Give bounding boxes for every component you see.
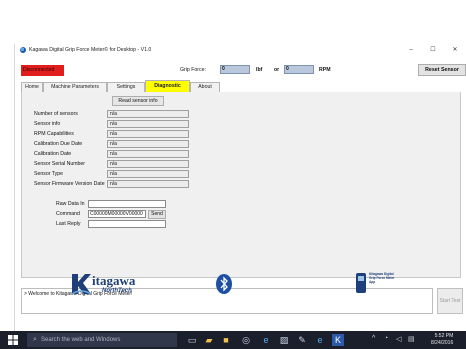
field-value-sensor-firmware-version-date: n/a	[107, 180, 189, 188]
field-value-calibration-due-date: n/a	[107, 140, 189, 148]
rpm-unit-label: RPM	[319, 67, 331, 73]
field-label-calibration-due-date: Calibration Due Date	[34, 141, 83, 147]
connection-status-button[interactable]: Disconnected	[21, 65, 64, 76]
force-unit-label: lbf	[256, 67, 263, 73]
bluetooth-icon	[216, 274, 232, 294]
field-value-rpm-capabilities: n/a	[107, 130, 189, 138]
maximize-button[interactable]: ☐	[425, 45, 441, 55]
raw-data-in-label: Raw Data In	[56, 201, 85, 207]
field-value-number-of-sensors: n/a	[107, 110, 189, 118]
search-icon: ⌕	[33, 336, 37, 343]
rpm-value: 0	[284, 65, 314, 74]
minimize-button[interactable]: –	[403, 45, 419, 55]
close-button[interactable]: ✕	[447, 45, 463, 55]
app-logo-icon	[20, 47, 26, 53]
ie-icon[interactable]: e	[314, 334, 326, 346]
search-placeholder: Search the web and Windows	[41, 337, 121, 343]
grip-force-value: 0	[220, 65, 250, 74]
diagnostic-panel: Read sensor info Number of sensors n/a S…	[21, 92, 461, 278]
brand-name: itagawa	[92, 273, 136, 288]
start-test-button[interactable]: Start Test	[437, 288, 463, 314]
grip-force-label: Grip Force:	[180, 67, 206, 73]
clock-time: 5:52 PM	[434, 333, 454, 339]
notifications-icon[interactable]: ▤	[408, 335, 415, 343]
field-value-sensor-info: n/a	[107, 120, 189, 128]
taskbar-search-box[interactable]: ⌕ Search the web and Windows	[27, 333, 177, 347]
tool-icon[interactable]: ✎	[296, 334, 308, 346]
file-explorer-icon[interactable]: ▰	[203, 334, 215, 346]
taskbar-clock[interactable]: 5:52 PM 8/24/2016	[431, 333, 453, 347]
or-label: or	[274, 67, 280, 73]
last-reply-field[interactable]	[88, 220, 166, 228]
clock-date: 8/24/2016	[431, 340, 454, 346]
volume-icon[interactable]: ◁	[396, 335, 401, 343]
kitagawa-app-icon[interactable]: K	[332, 334, 344, 346]
window-title: Kagawa Digital Grip Force Meter© for Des…	[29, 47, 152, 53]
tab-home[interactable]: Home	[21, 82, 43, 92]
field-label-sensor-type: Sensor Type	[34, 171, 64, 177]
command-label: Command	[56, 211, 80, 217]
store-icon[interactable]: ▨	[278, 334, 290, 346]
last-reply-label: Last Reply	[56, 221, 81, 227]
read-sensor-info-button[interactable]: Read sensor info	[112, 96, 164, 106]
tab-machine-parameters[interactable]: Machine Parameters	[43, 82, 107, 92]
windows-start-icon[interactable]	[8, 335, 18, 345]
kitagawa-logo: itagawa NorthTech	[70, 270, 170, 298]
field-value-sensor-type: n/a	[107, 170, 189, 178]
network-icon[interactable]: ◔	[384, 335, 388, 342]
reset-sensor-button[interactable]: Reset Sensor	[418, 64, 466, 76]
task-view-icon[interactable]: ▭	[186, 334, 198, 346]
field-value-calibration-date: n/a	[107, 150, 189, 158]
tab-diagnostic[interactable]: Diagnostic	[145, 80, 190, 92]
brand-subtitle: NorthTech	[102, 288, 132, 294]
meter-icon	[356, 273, 366, 293]
badge-text: Kitagawa Digital Grip Force Meter App	[369, 272, 395, 284]
kitagawa-k-icon	[71, 274, 92, 295]
field-label-rpm-capabilities: RPM Capabilities	[34, 131, 74, 137]
field-value-sensor-serial-number: n/a	[107, 160, 189, 168]
tab-about[interactable]: About	[190, 82, 220, 92]
taskbar: ⌕ Search the web and Windows ▭ ▰ ■ ◎ e ▨…	[0, 331, 466, 349]
command-field[interactable]: C00000M00000V00000	[88, 210, 146, 218]
edge-icon[interactable]: e	[260, 334, 272, 346]
field-label-sensor-serial-number: Sensor Serial Number	[34, 161, 86, 167]
field-label-sensor-firmware-version-date: Sensor Firmware Version Date	[34, 181, 105, 187]
field-label-number-of-sensors: Number of sensors	[34, 111, 78, 117]
field-label-calibration-date: Calibration Date	[34, 151, 72, 157]
field-label-sensor-info: Sensor info	[34, 121, 61, 127]
folder-icon[interactable]: ■	[220, 334, 232, 346]
title-bar: Kagawa Digital Grip Force Meter© for Des…	[15, 44, 466, 56]
tray-chevron-icon[interactable]: ^	[372, 335, 375, 342]
browser-icon[interactable]: ◎	[240, 334, 252, 346]
app-badge: Kitagawa Digital Grip Force Meter App	[355, 270, 395, 298]
raw-data-in-field[interactable]	[88, 200, 166, 208]
tab-settings[interactable]: Settings	[107, 82, 145, 92]
send-button[interactable]: Send	[148, 210, 166, 219]
